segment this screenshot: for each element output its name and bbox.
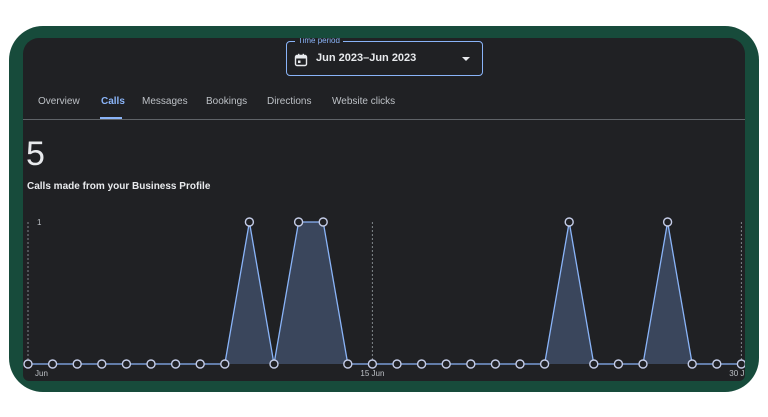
data-point-6 (146, 359, 156, 369)
data-point-18 (441, 359, 451, 369)
calls-chart: 1 Jun 15 Jun 30 J (23, 217, 745, 378)
data-point-19 (466, 359, 476, 369)
metric-tabs: Overview Calls Messages Bookings Directi… (23, 92, 745, 118)
data-point-1 (23, 359, 33, 369)
data-point-26 (638, 359, 648, 369)
chevron-down-icon (462, 57, 470, 61)
tab-website-clicks[interactable]: Website clicks (332, 96, 395, 107)
data-point-7 (170, 359, 181, 369)
data-point-4 (97, 359, 107, 369)
tab-messages[interactable]: Messages (142, 96, 188, 107)
data-point-10 (244, 217, 255, 227)
data-point-28 (687, 359, 697, 369)
calendar-icon (294, 53, 308, 67)
data-point-9 (220, 359, 230, 369)
data-point-23 (564, 217, 574, 227)
data-point-25 (613, 359, 624, 369)
data-point-16 (392, 359, 402, 369)
time-period-value: Jun 2023–Jun 2023 (316, 52, 417, 64)
series-line (28, 221, 742, 365)
x-tick-label: 30 J (729, 369, 744, 378)
tab-directions[interactable]: Directions (267, 96, 311, 107)
data-point-30 (736, 359, 745, 369)
data-point-20 (490, 359, 501, 369)
data-point-29 (712, 359, 722, 369)
tab-overview[interactable]: Overview (38, 96, 80, 107)
series-area (28, 222, 742, 364)
data-point-22 (539, 359, 550, 369)
data-point-21 (515, 359, 525, 369)
tab-bookings[interactable]: Bookings (206, 96, 247, 107)
data-point-2 (47, 359, 58, 369)
data-point-27 (662, 217, 673, 227)
data-point-8 (195, 359, 205, 369)
data-point-15 (367, 359, 378, 369)
data-point-13 (318, 217, 328, 227)
data-point-5 (121, 359, 132, 369)
metric-value: 5 (26, 135, 45, 173)
x-tick-label: Jun (35, 369, 48, 378)
tab-calls[interactable]: Calls (101, 96, 125, 107)
time-period-select[interactable]: Time period Jun 2023–Jun 2023 (286, 38, 483, 76)
time-period-label: Time period (295, 38, 343, 47)
metric-label: Calls made from your Business Profile (27, 181, 211, 192)
data-point-11 (269, 359, 279, 369)
tabs-divider (23, 119, 745, 120)
data-point-14 (343, 359, 353, 369)
performance-panel: Time period Jun 2023–Jun 2023 Overview C… (23, 38, 745, 381)
data-point-24 (589, 359, 599, 369)
data-point-3 (72, 359, 82, 369)
data-point-12 (293, 217, 304, 227)
x-tick-label: 15 Jun (360, 369, 384, 378)
y-tick-label: 1 (37, 218, 42, 227)
data-point-17 (416, 359, 427, 369)
